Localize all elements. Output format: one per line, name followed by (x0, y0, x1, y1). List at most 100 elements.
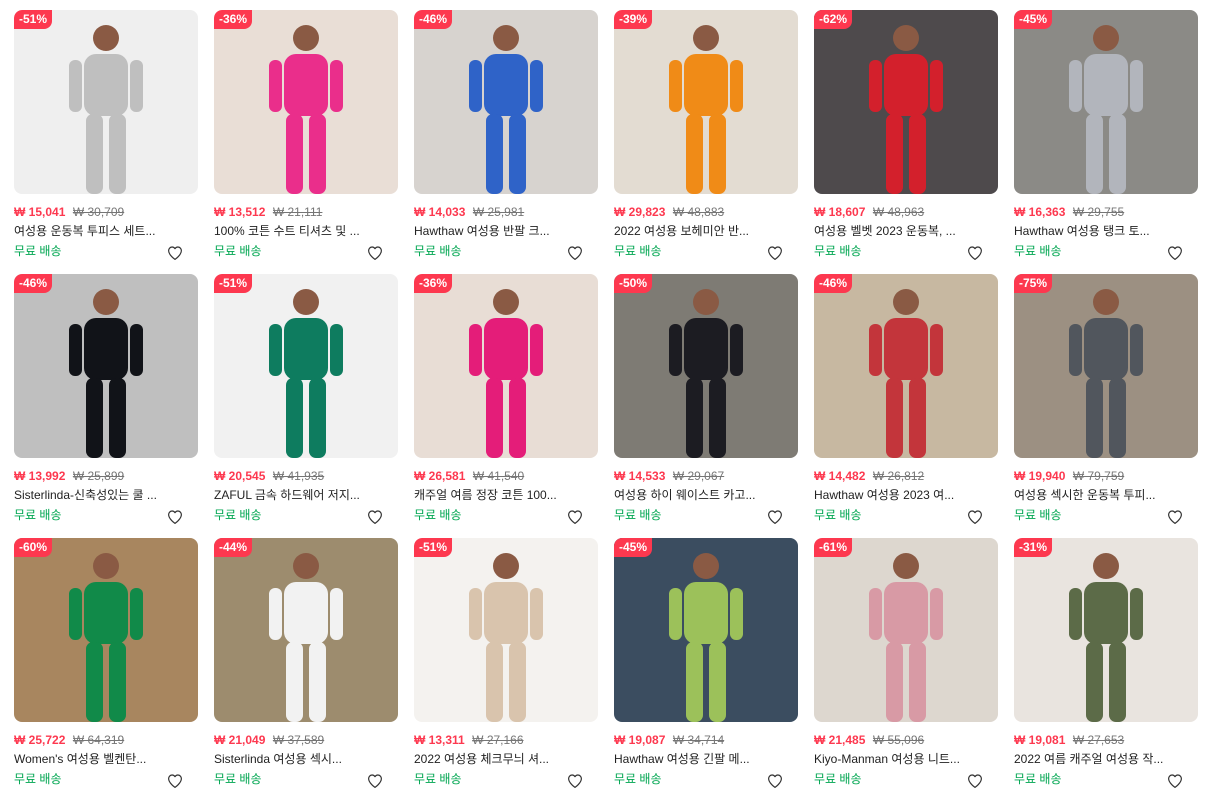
shipping-row: 무료 배송 (814, 506, 998, 526)
heart-outline-icon[interactable] (166, 244, 184, 262)
product-title[interactable]: 여성용 운동복 투피스 세트... (14, 223, 184, 239)
free-shipping-label: 무료 배송 (414, 772, 462, 786)
product-card[interactable]: -44% ₩ 21,049 ₩ 37,589 Sisterlinda 여성용 섹… (214, 538, 398, 802)
product-image[interactable]: -46% (414, 10, 598, 194)
discount-badge: -51% (414, 538, 453, 557)
product-image[interactable]: -50% (614, 274, 798, 458)
heart-outline-icon[interactable] (1166, 244, 1184, 262)
shipping-row: 무료 배송 (14, 506, 198, 526)
product-image[interactable]: -61% (814, 538, 998, 722)
product-image[interactable]: -51% (14, 10, 198, 194)
product-image[interactable]: -46% (814, 274, 998, 458)
sale-price: ₩ 29,823 (614, 205, 666, 219)
product-image[interactable]: -45% (1014, 10, 1198, 194)
free-shipping-label: 무료 배송 (14, 772, 62, 786)
heart-outline-icon[interactable] (966, 508, 984, 526)
product-image[interactable]: -31% (1014, 538, 1198, 722)
product-card[interactable]: -50% ₩ 14,533 ₩ 29,067 여성용 하이 웨이스트 카고...… (614, 274, 798, 538)
heart-outline-icon[interactable] (766, 244, 784, 262)
price-row: ₩ 13,992 ₩ 25,899 (14, 468, 198, 484)
original-price: ₩ 37,589 (272, 733, 325, 747)
product-card[interactable]: -51% ₩ 20,545 ₩ 41,935 ZAFUL 금속 하드웨어 저지.… (214, 274, 398, 538)
product-title[interactable]: Sisterlinda-신축성있는 쿨 ... (14, 487, 184, 503)
product-title[interactable]: Sisterlinda 여성용 섹시... (214, 751, 384, 767)
shipping-row: 무료 배송 (14, 242, 198, 262)
discount-badge: -75% (1014, 274, 1053, 293)
product-image[interactable]: -44% (214, 538, 398, 722)
product-card[interactable]: -51% ₩ 13,311 ₩ 27,166 2022 여성용 체크무늬 셔..… (414, 538, 598, 802)
product-title[interactable]: 캐주얼 여름 정장 코튼 100... (414, 487, 584, 503)
product-title[interactable]: Hawthaw 여성용 2023 여... (814, 487, 984, 503)
product-card[interactable]: -46% ₩ 14,482 ₩ 26,812 Hawthaw 여성용 2023 … (814, 274, 998, 538)
product-image[interactable]: -75% (1014, 274, 1198, 458)
product-image[interactable]: -62% (814, 10, 998, 194)
heart-outline-icon[interactable] (166, 508, 184, 526)
original-price: ₩ 25,899 (72, 469, 125, 483)
heart-outline-icon[interactable] (1166, 508, 1184, 526)
product-card[interactable]: -45% ₩ 16,363 ₩ 29,755 Hawthaw 여성용 탱크 토.… (1014, 10, 1198, 274)
product-card[interactable]: -51% ₩ 15,041 ₩ 30,709 여성용 운동복 투피스 세트...… (14, 10, 198, 274)
heart-outline-icon[interactable] (566, 772, 584, 790)
product-card[interactable]: -31% ₩ 19,081 ₩ 27,653 2022 여름 캐주얼 여성용 작… (1014, 538, 1198, 802)
product-title[interactable]: 여성용 벨벳 2023 운동복, ... (814, 223, 984, 239)
original-price: ₩ 21,111 (272, 205, 323, 219)
heart-outline-icon[interactable] (566, 508, 584, 526)
heart-outline-icon[interactable] (566, 244, 584, 262)
product-title[interactable]: ZAFUL 금속 하드웨어 저지... (214, 487, 384, 503)
product-image[interactable]: -36% (414, 274, 598, 458)
product-card[interactable]: -36% ₩ 13,512 ₩ 21,111 100% 코튼 수트 티셔츠 및 … (214, 10, 398, 274)
heart-outline-icon[interactable] (1166, 772, 1184, 790)
product-image[interactable]: -60% (14, 538, 198, 722)
product-card[interactable]: -39% ₩ 29,823 ₩ 48,883 2022 여성용 보헤미안 반..… (614, 10, 798, 274)
model-figure (269, 25, 343, 194)
price-row: ₩ 18,607 ₩ 48,963 (814, 204, 998, 220)
product-image[interactable]: -51% (414, 538, 598, 722)
discount-badge: -46% (14, 274, 53, 293)
product-title[interactable]: Hawthaw 여성용 반팔 크... (414, 223, 584, 239)
sale-price: ₩ 18,607 (814, 205, 866, 219)
model-figure (269, 289, 343, 458)
heart-outline-icon[interactable] (966, 244, 984, 262)
product-card[interactable]: -75% ₩ 19,940 ₩ 79,759 여성용 섹시한 운동복 투피...… (1014, 274, 1198, 538)
product-title[interactable]: 2022 여성용 보헤미안 반... (614, 223, 784, 239)
product-title[interactable]: 100% 코튼 수트 티셔츠 및 ... (214, 223, 384, 239)
product-title[interactable]: Women's 여성용 벨켄탄... (14, 751, 184, 767)
model-figure (869, 25, 943, 194)
shipping-row: 무료 배송 (614, 506, 798, 526)
product-card[interactable]: -45% ₩ 19,087 ₩ 34,714 Hawthaw 여성용 긴팔 메.… (614, 538, 798, 802)
heart-outline-icon[interactable] (366, 508, 384, 526)
product-title[interactable]: 2022 여름 캐주얼 여성용 작... (1014, 751, 1184, 767)
shipping-row: 무료 배송 (614, 242, 798, 262)
product-title[interactable]: 여성용 섹시한 운동복 투피... (1014, 487, 1184, 503)
heart-outline-icon[interactable] (166, 772, 184, 790)
heart-outline-icon[interactable] (366, 772, 384, 790)
product-image[interactable]: -39% (614, 10, 798, 194)
original-price: ₩ 29,755 (1072, 205, 1125, 219)
product-card[interactable]: -62% ₩ 18,607 ₩ 48,963 여성용 벨벳 2023 운동복, … (814, 10, 998, 274)
product-image[interactable]: -45% (614, 538, 798, 722)
product-title[interactable]: Kiyo-Manman 여성용 니트... (814, 751, 984, 767)
product-image[interactable]: -51% (214, 274, 398, 458)
sale-price: ₩ 14,033 (414, 205, 466, 219)
product-card[interactable]: -46% ₩ 13,992 ₩ 25,899 Sisterlinda-신축성있는… (14, 274, 198, 538)
product-card[interactable]: -60% ₩ 25,722 ₩ 64,319 Women's 여성용 벨켄탄..… (14, 538, 198, 802)
heart-outline-icon[interactable] (366, 244, 384, 262)
product-title[interactable]: Hawthaw 여성용 긴팔 메... (614, 751, 784, 767)
product-title[interactable]: 여성용 하이 웨이스트 카고... (614, 487, 784, 503)
heart-outline-icon[interactable] (766, 508, 784, 526)
heart-outline-icon[interactable] (966, 772, 984, 790)
shipping-row: 무료 배송 (614, 770, 798, 790)
product-card[interactable]: -46% ₩ 14,033 ₩ 25,981 Hawthaw 여성용 반팔 크.… (414, 10, 598, 274)
shipping-row: 무료 배송 (214, 242, 398, 262)
product-title[interactable]: 2022 여성용 체크무늬 셔... (414, 751, 584, 767)
free-shipping-label: 무료 배송 (214, 772, 262, 786)
product-card[interactable]: -36% ₩ 26,581 ₩ 41,540 캐주얼 여름 정장 코튼 100.… (414, 274, 598, 538)
product-card[interactable]: -61% ₩ 21,485 ₩ 55,096 Kiyo-Manman 여성용 니… (814, 538, 998, 802)
product-image[interactable]: -46% (14, 274, 198, 458)
product-title[interactable]: Hawthaw 여성용 탱크 토... (1014, 223, 1184, 239)
heart-outline-icon[interactable] (766, 772, 784, 790)
product-image[interactable]: -36% (214, 10, 398, 194)
model-figure (69, 553, 143, 722)
sale-price: ₩ 16,363 (1014, 205, 1066, 219)
price-row: ₩ 15,041 ₩ 30,709 (14, 204, 198, 220)
